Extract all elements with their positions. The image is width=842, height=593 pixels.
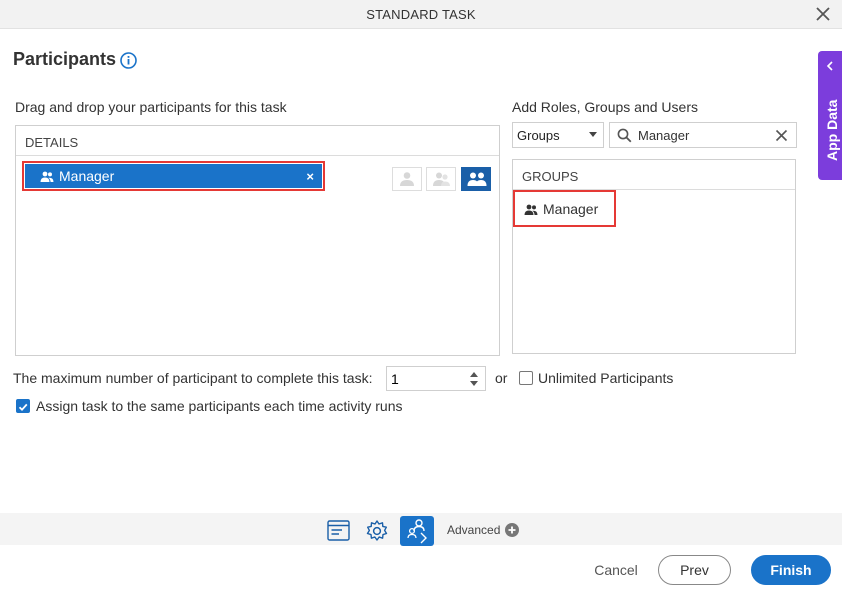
participants-section-label: Drag and drop your participants for this…: [15, 99, 287, 115]
participant-chip-label: Manager: [59, 168, 115, 184]
window-title: STANDARD TASK: [366, 7, 476, 22]
participant-chip-body[interactable]: Manager ×: [25, 164, 322, 188]
settings-button[interactable]: [360, 516, 394, 546]
form-icon: [327, 520, 350, 541]
checkmark-icon: [18, 403, 28, 412]
participant-type-value: Groups: [517, 128, 560, 143]
bottom-toolbar: Advanced: [0, 513, 842, 546]
max-participants-field[interactable]: [386, 366, 486, 391]
max-participants-label: The maximum number of participant to com…: [13, 370, 373, 386]
user-icon: [400, 172, 414, 186]
app-data-label: App Data: [824, 99, 840, 161]
prev-button[interactable]: Prev: [658, 555, 731, 585]
close-icon[interactable]: [814, 5, 832, 23]
groups-header: GROUPS: [513, 160, 795, 190]
group-mode-button[interactable]: [461, 167, 491, 191]
search-box[interactable]: [609, 122, 797, 148]
or-label: or: [495, 370, 508, 386]
participants-icon: [407, 519, 427, 544]
finish-button[interactable]: Finish: [751, 555, 831, 585]
app-data-tab[interactable]: App Data: [818, 51, 842, 180]
group-icon: [524, 204, 538, 215]
group-icon: [40, 171, 54, 182]
participants-panel[interactable]: DETAILS: [15, 125, 500, 356]
group-icon: [467, 172, 487, 186]
max-participants-input[interactable]: [391, 370, 461, 388]
group-result-manager[interactable]: Manager: [513, 190, 616, 227]
single-user-mode-button[interactable]: [392, 167, 422, 191]
form-view-button[interactable]: [321, 516, 355, 546]
unlimited-participants-checkbox[interactable]: [519, 371, 533, 385]
participant-type-select[interactable]: Groups: [512, 122, 604, 148]
details-header: DETAILS: [16, 126, 499, 156]
multi-user-mode-button[interactable]: [426, 167, 456, 191]
advanced-link[interactable]: Advanced: [447, 523, 500, 537]
plus-circle-icon[interactable]: [505, 523, 519, 537]
info-icon[interactable]: [120, 52, 137, 69]
users-icon: [433, 172, 450, 186]
remove-participant-icon[interactable]: ×: [306, 169, 314, 184]
stepper-icon[interactable]: [469, 370, 479, 388]
page-title: Participants: [13, 49, 117, 69]
assign-same-participants-checkbox[interactable]: [16, 399, 30, 413]
group-result-label: Manager: [543, 201, 599, 217]
groups-panel[interactable]: GROUPS: [512, 159, 796, 354]
clear-icon[interactable]: [775, 129, 788, 142]
assign-same-participants-label[interactable]: Assign task to the same participants eac…: [36, 398, 403, 414]
search-input[interactable]: [638, 126, 768, 144]
cancel-button[interactable]: Cancel: [586, 555, 646, 585]
participant-chip-manager[interactable]: Manager ×: [22, 161, 325, 191]
add-roles-section-label: Add Roles, Groups and Users: [512, 99, 698, 115]
chevron-left-icon: [826, 61, 833, 71]
unlimited-participants-label[interactable]: Unlimited Participants: [538, 370, 673, 386]
gear-icon: [366, 520, 388, 541]
dropdown-arrow-icon: [589, 132, 597, 137]
participants-view-button[interactable]: [400, 516, 434, 546]
search-icon: [617, 128, 632, 143]
title-bar: STANDARD TASK: [0, 0, 842, 29]
